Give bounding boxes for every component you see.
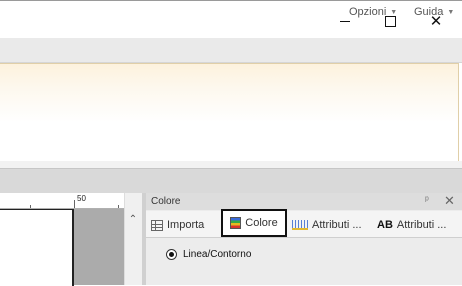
tab-colore-label: Colore (245, 217, 278, 229)
radio-button[interactable] (166, 249, 177, 260)
ruler-label: 50 (77, 194, 86, 203)
menu-guida-label: Guida (414, 6, 444, 18)
window-top-border (0, 0, 462, 1)
vertical-scrollbar[interactable] (124, 193, 143, 285)
close-panel-icon[interactable]: ✕ (444, 193, 455, 209)
ruler-tick (118, 205, 119, 208)
menu-opzioni[interactable]: Opzioni ▼ (349, 6, 397, 18)
text-attributes-icon: AB (377, 219, 393, 231)
tab-colore[interactable]: Colore (221, 209, 287, 237)
minimize-icon (340, 20, 350, 22)
menu-bar (0, 38, 462, 63)
ribbon-separator (0, 161, 462, 168)
import-icon (151, 219, 163, 231)
thread-attributes-icon (292, 220, 308, 230)
chevron-down-icon: ▼ (447, 9, 455, 16)
toolbar-strip (0, 168, 462, 194)
radio-checked-dot (169, 252, 174, 257)
ruler-tick (30, 205, 31, 208)
horizontal-ruler (0, 193, 124, 209)
tab-thread-attributes-label: Attributi ... (312, 219, 362, 231)
tab-thread-attributes[interactable]: Attributi ... (292, 216, 362, 234)
color-palette-icon (230, 217, 242, 229)
ribbon-panel (0, 63, 459, 162)
panel-header (146, 193, 462, 210)
tab-text-attributes-label: Attributi ... (396, 219, 447, 231)
tab-importa-label: Importa (167, 219, 205, 231)
tab-text-attributes[interactable]: AB Attributi ... (377, 216, 446, 234)
chevron-down-icon: ▼ (390, 9, 398, 16)
design-page[interactable] (0, 209, 74, 286)
menu-opzioni-label: Opzioni (349, 6, 387, 18)
menu-guida[interactable]: Guida ▼ (414, 6, 454, 18)
ruler-tick (74, 200, 75, 208)
panel-title: Colore (151, 196, 181, 207)
pin-icon[interactable]: ᵖ (425, 195, 429, 206)
line-outline-option[interactable]: Linea/Contorno (166, 249, 251, 260)
tab-importa[interactable]: Importa (151, 216, 204, 234)
scroll-up-icon[interactable]: ⌃ (124, 213, 142, 227)
radio-label: Linea/Contorno (183, 249, 252, 260)
